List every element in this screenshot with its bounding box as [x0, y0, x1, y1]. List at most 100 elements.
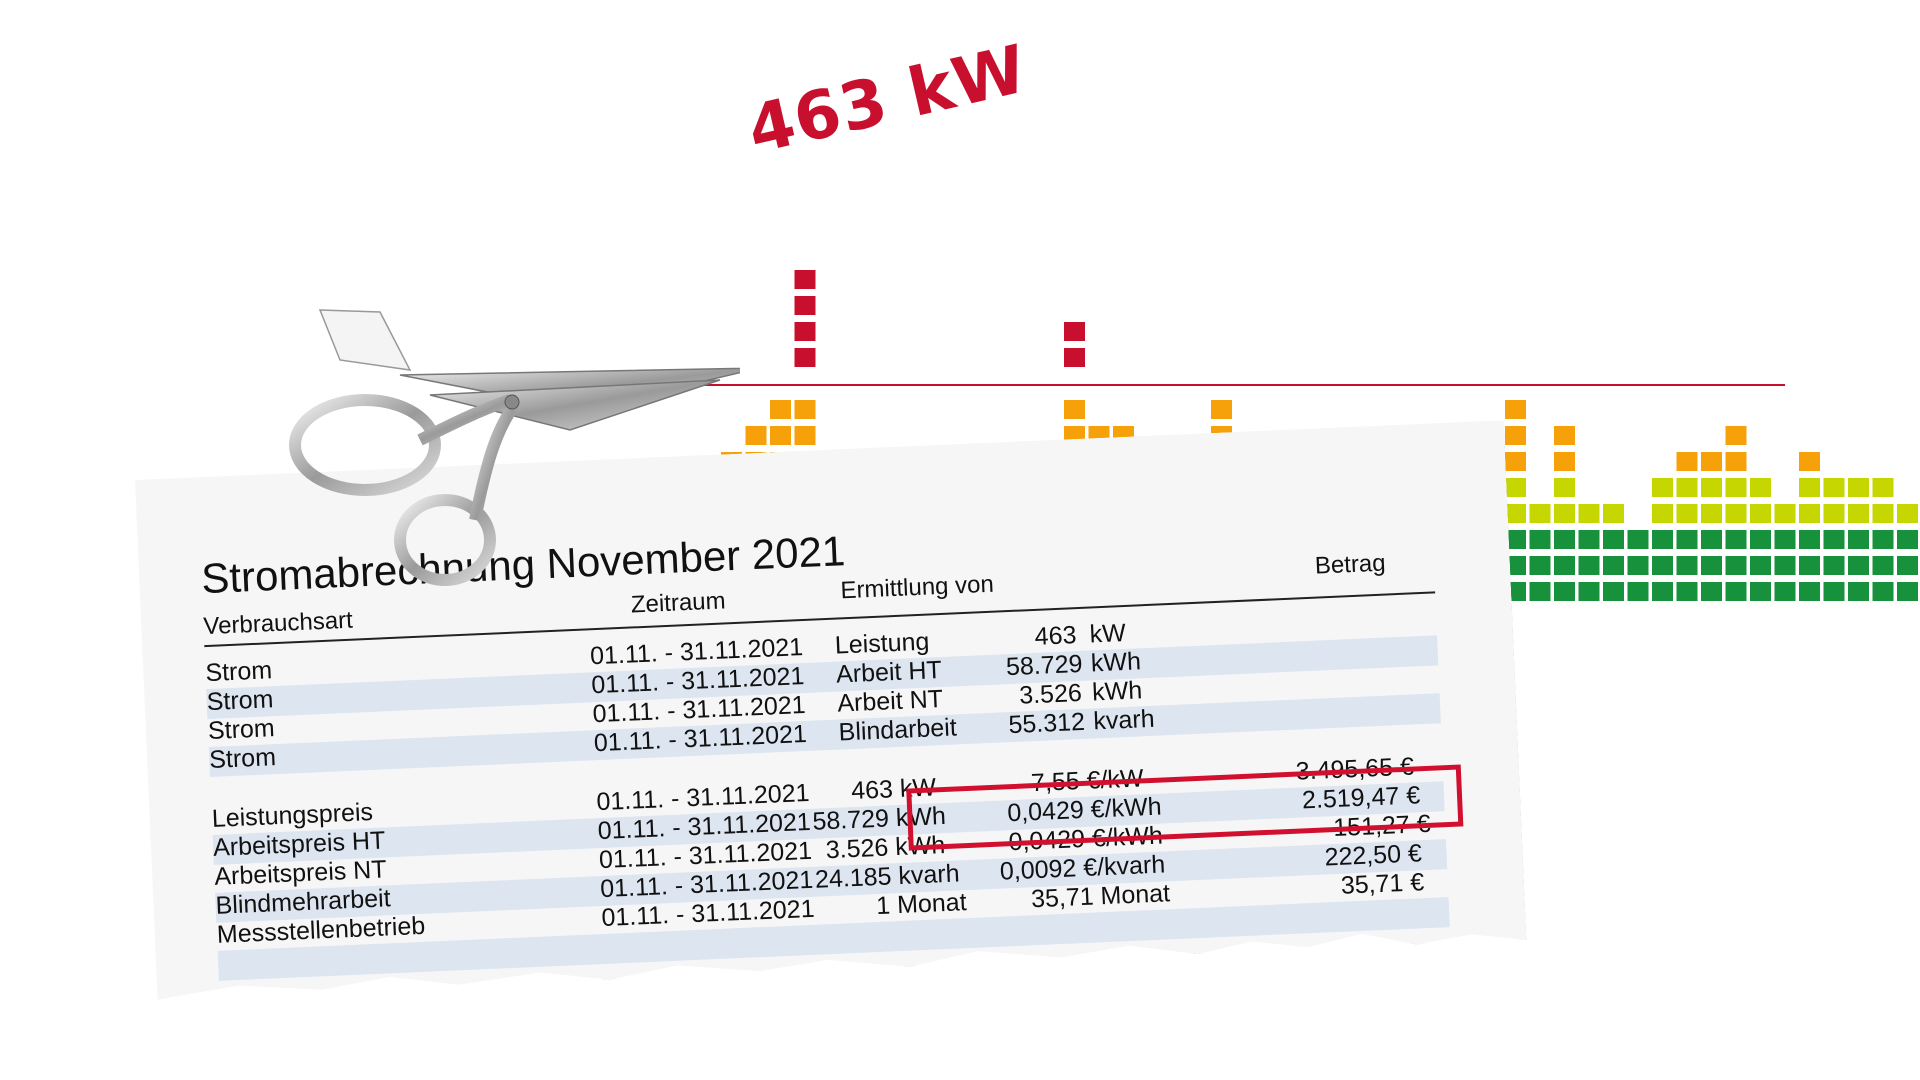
- meter-column: [1725, 426, 1747, 601]
- meter-segment: [770, 426, 791, 445]
- meter-segment: [1823, 582, 1845, 601]
- meter-segment: [1603, 530, 1624, 549]
- meter-segment: [1701, 504, 1722, 523]
- meter-segment: [1627, 530, 1649, 549]
- meter-segment: [1799, 556, 1820, 575]
- meter-segment: [1676, 582, 1698, 601]
- meter-segment: [1554, 504, 1575, 523]
- meter-segment: [1823, 478, 1845, 497]
- meter-segment: [1627, 556, 1649, 575]
- meter-segment: [1701, 556, 1722, 575]
- meter-segment: [1750, 530, 1771, 549]
- meter-column: [1676, 452, 1698, 601]
- meter-segment: [1505, 452, 1526, 471]
- meter-column: [1554, 426, 1575, 601]
- meter-segment: [1676, 530, 1698, 549]
- meter-segment: [1750, 556, 1771, 575]
- row-rate: 35,71 Monat: [1030, 879, 1171, 914]
- peak-segment: [1064, 348, 1085, 367]
- row-calc: Blindarbeit: [838, 713, 958, 747]
- meter-segment: [1064, 400, 1085, 419]
- row-qty: 58.729: [1005, 649, 1084, 682]
- meter-segment: [1676, 556, 1698, 575]
- row-type: Strom: [206, 685, 274, 717]
- meter-segment: [1603, 504, 1624, 523]
- meter-segment: [1774, 556, 1796, 575]
- meter-segment: [1823, 556, 1845, 575]
- meter-segment: [794, 400, 816, 419]
- meter-segment: [1505, 426, 1526, 445]
- meter-segment: [1529, 582, 1551, 601]
- meter-segment: [1823, 504, 1845, 523]
- meter-segment: [1872, 504, 1894, 523]
- meter-column: [1701, 452, 1722, 601]
- meter-segment: [1799, 452, 1820, 471]
- meter-column: [1750, 478, 1771, 601]
- meter-segment: [1725, 478, 1747, 497]
- peak-segment: [794, 322, 816, 341]
- meter-segment: [1725, 426, 1747, 445]
- meter-segment: [1676, 478, 1698, 497]
- meter-column: [1799, 452, 1820, 601]
- meter-segment: [1211, 400, 1232, 419]
- meter-segment: [1603, 582, 1624, 601]
- meter-segment: [1725, 504, 1747, 523]
- meter-segment: [1872, 582, 1894, 601]
- meter-segment: [1750, 582, 1771, 601]
- meter-segment: [1505, 400, 1526, 419]
- scissors-icon: [289, 309, 740, 586]
- meter-segment: [1799, 582, 1820, 601]
- row-qty: 3.526: [1018, 678, 1083, 710]
- meter-segment: [1725, 530, 1747, 549]
- meter-segment: [1725, 582, 1747, 601]
- meter-segment: [1897, 504, 1918, 523]
- meter-segment: [1774, 530, 1796, 549]
- meter-segment: [1848, 478, 1869, 497]
- row-calc: Arbeit HT: [835, 656, 943, 689]
- meter-segment: [1848, 556, 1869, 575]
- meter-column: [1529, 504, 1551, 601]
- meter-segment: [1701, 582, 1722, 601]
- meter-segment: [1505, 504, 1526, 523]
- illustration: 463 kW Stromabrechnung November 2021 Ver…: [0, 0, 1920, 1080]
- meter-segment: [1872, 478, 1894, 497]
- meter-segment: [1750, 504, 1771, 523]
- meter-segment: [1627, 582, 1649, 601]
- meter-segment: [770, 400, 791, 419]
- meter-segment: [1701, 452, 1722, 471]
- meter-segment: [1799, 530, 1820, 549]
- meter-segment: [1725, 452, 1747, 471]
- meter-column: [1823, 478, 1845, 601]
- row-calc: Arbeit NT: [836, 684, 944, 718]
- peak-segment: [794, 296, 816, 315]
- row-qty: 55.312: [1007, 707, 1086, 740]
- meter-segment: [1554, 582, 1575, 601]
- meter-segment: [1676, 504, 1698, 523]
- meter-segment: [1529, 530, 1551, 549]
- meter-segment: [1529, 504, 1551, 523]
- meter-segment: [1799, 478, 1820, 497]
- meter-segment: [1872, 530, 1894, 549]
- peak-segment: [1064, 322, 1085, 341]
- meter-column: [1848, 478, 1869, 601]
- meter-segment: [1676, 452, 1698, 471]
- row-qty: 463: [1034, 621, 1077, 651]
- meter-segment: [1823, 530, 1845, 549]
- peak-segment: [794, 348, 816, 367]
- meter-segment: [745, 426, 767, 445]
- meter-column: [1578, 504, 1600, 601]
- header-amount: Betrag: [1314, 549, 1387, 580]
- meter-segment: [1701, 530, 1722, 549]
- meter-segment: [1578, 582, 1600, 601]
- meter-segment: [1652, 530, 1673, 549]
- meter-segment: [1848, 582, 1869, 601]
- meter-segment: [1848, 530, 1869, 549]
- meter-column: [1603, 504, 1624, 601]
- meter-segment: [1750, 478, 1771, 497]
- row-unit: kvarh: [1092, 704, 1156, 736]
- meter-segment: [1652, 582, 1673, 601]
- meter-column: [1627, 530, 1649, 601]
- meter-segment: [1554, 556, 1575, 575]
- row-qty: 1 Monat: [875, 888, 968, 921]
- meter-segment: [1652, 478, 1673, 497]
